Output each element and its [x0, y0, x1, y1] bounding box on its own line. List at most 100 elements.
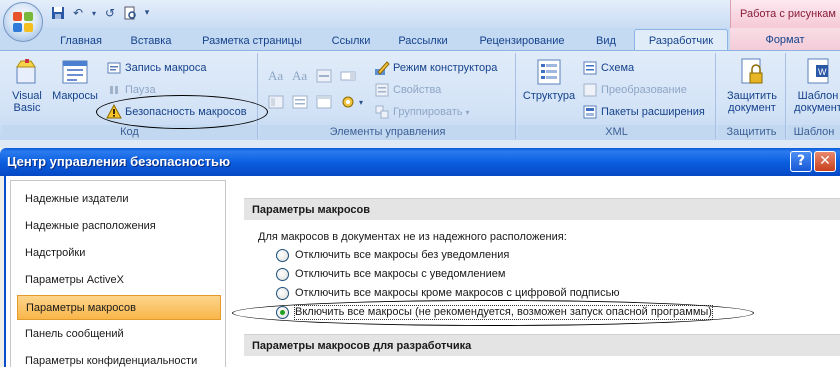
contextual-tab-header: Работа с рисункам [730, 0, 840, 28]
structure-label: Структура [522, 90, 576, 102]
macro-security-button[interactable]: Безопасность макросов [106, 103, 247, 121]
visual-basic-button[interactable]: Visual Basic [6, 57, 48, 114]
date-picker-control-button[interactable] [316, 93, 332, 111]
tab-references[interactable]: Ссылки [322, 32, 380, 50]
plain-text-control-button[interactable]: Aa [292, 67, 307, 85]
document-template-label: Шаблон документ [794, 90, 840, 114]
tab-page-layout[interactable]: Разметка страницы [192, 32, 312, 50]
record-macro-icon [106, 60, 122, 76]
radio-disable-no-notification[interactable]: Отключить все макросы без уведомления [276, 247, 509, 263]
undo-dropdown-icon[interactable]: ▾ [90, 5, 98, 21]
dialog-titlebar[interactable]: Центр управления безопасностью ? ✕ [0, 148, 840, 176]
ribbon: ↶ ▾ ↺ ▾ Работа с рисункам Главная Вставк… [0, 0, 840, 140]
macros-button[interactable]: Макросы [48, 57, 102, 102]
macros-label: Макросы [52, 90, 98, 102]
group-xml: Структура Схема Преобразование Пакеты ра… [518, 53, 716, 139]
radio-disable-with-notification[interactable]: Отключить все макросы с уведомлением [276, 266, 505, 282]
tab-review[interactable]: Рецензирование [470, 32, 574, 50]
picture-icon [316, 68, 332, 84]
radio-button[interactable] [276, 286, 289, 300]
tab-mailings[interactable]: Рассылки [390, 32, 456, 50]
radio-label: Отключить все макросы кроме макросов с ц… [295, 286, 620, 299]
transform-icon [582, 82, 598, 98]
nav-item-add-ins[interactable]: Надстройки [17, 241, 221, 266]
radio-button-selected[interactable] [276, 305, 289, 319]
radio-label: Отключить все макросы без уведомления [295, 248, 510, 261]
contextual-tab-header-label: Работа с рисункам [740, 8, 836, 20]
record-macro-button[interactable]: Запись макроса [106, 59, 207, 77]
expansion-packs-button[interactable]: Пакеты расширения [582, 103, 705, 121]
trust-center-dialog: Центр управления безопасностью ? ✕ Надеж… [0, 148, 840, 367]
design-mode-icon [374, 60, 390, 76]
pause-button[interactable]: Пауза [106, 81, 156, 99]
visual-basic-label: Visual Basic [12, 90, 42, 114]
group-protect-label: Защитить [718, 125, 785, 139]
help-button[interactable]: ? [790, 151, 812, 172]
quick-access-toolbar: ↶ ▾ ↺ ▾ Работа с рисункам [0, 0, 840, 28]
rich-text-icon: Aa [268, 68, 284, 83]
group-templates-label: Шаблон [788, 125, 840, 139]
ribbon-panel: Visual Basic Макросы Запись макроса Пауз… [0, 50, 840, 140]
group-code-label: Код [2, 125, 257, 139]
customize-qat-icon[interactable]: ▾ [142, 5, 152, 21]
group-label: Группировать [393, 106, 463, 118]
building-block-control-button[interactable] [268, 93, 284, 111]
nav-item-trusted-publishers[interactable]: Надежные издатели [17, 187, 221, 212]
expansion-packs-icon [582, 104, 598, 120]
properties-icon [374, 82, 390, 98]
close-button[interactable]: ✕ [814, 151, 836, 172]
group-controls-label: Элементы управления [260, 125, 515, 139]
group-icon [374, 104, 390, 120]
redo-icon[interactable]: ↺ [102, 5, 118, 21]
nav-item-message-bar[interactable]: Панель сообщений [17, 322, 221, 347]
group-controls: Aa Aa ▾ Режим конструктора Свойства Груп… [260, 53, 516, 139]
radio-disable-except-signed[interactable]: Отключить все макросы кроме макросов с ц… [276, 285, 620, 301]
nav-item-privacy-options[interactable]: Параметры конфиденциальности [17, 349, 221, 367]
legacy-tools-dropdown-icon: ▾ [359, 97, 364, 107]
structure-icon [533, 57, 565, 87]
drop-down-control-button[interactable] [292, 93, 308, 111]
group-code: Visual Basic Макросы Запись макроса Пауз… [2, 53, 258, 139]
warning-icon [106, 103, 122, 120]
undo-icon[interactable]: ↶ [70, 5, 86, 21]
nav-item-macro-settings[interactable]: Параметры макросов [17, 295, 221, 320]
properties-button[interactable]: Свойства [374, 81, 441, 99]
tab-format[interactable]: Формат [730, 28, 840, 50]
document-template-button[interactable]: W Шаблон документ [788, 57, 840, 114]
design-mode-button[interactable]: Режим конструктора [374, 59, 497, 77]
nav-item-trusted-locations[interactable]: Надежные расположения [17, 214, 221, 239]
office-button[interactable] [3, 2, 43, 42]
radio-button[interactable] [276, 267, 289, 281]
radio-label: Включить все макросы (не рекомендуется, … [294, 304, 713, 320]
rich-text-control-button[interactable]: Aa [268, 67, 283, 85]
record-macro-label: Запись макроса [125, 62, 207, 74]
trust-center-nav: Надежные издатели Надежные расположения … [10, 180, 226, 367]
tab-home[interactable]: Главная [52, 32, 110, 50]
print-preview-icon[interactable] [122, 5, 138, 21]
group-button[interactable]: Группировать ▾ [374, 103, 470, 121]
nav-item-activex-settings[interactable]: Параметры ActiveX [17, 268, 221, 293]
calendar-icon [316, 94, 332, 110]
transform-button[interactable]: Преобразование [582, 81, 687, 99]
combo-box-control-button[interactable] [340, 67, 356, 85]
radio-button[interactable] [276, 248, 289, 262]
macro-settings-header: Параметры макросов [244, 198, 840, 220]
group-protect: Защитить документ Защитить [718, 53, 786, 139]
design-mode-label: Режим конструктора [393, 62, 498, 74]
group-xml-label: XML [518, 125, 715, 139]
protect-document-button[interactable]: Защитить документ [720, 57, 784, 114]
dialog-body: Надежные издатели Надежные расположения … [4, 176, 840, 367]
structure-button[interactable]: Структура [520, 57, 578, 102]
tab-insert[interactable]: Вставка [120, 32, 182, 50]
picture-control-button[interactable] [316, 67, 332, 85]
schema-icon [582, 60, 598, 76]
tab-view[interactable]: Вид [586, 32, 626, 50]
protect-document-label: Защитить документ [727, 90, 777, 114]
legacy-tools-button[interactable]: ▾ [340, 93, 363, 111]
radio-enable-all-macros[interactable]: Включить все макросы (не рекомендуется, … [276, 304, 713, 320]
svg-text:W: W [818, 67, 827, 77]
schema-button[interactable]: Схема [582, 59, 634, 77]
save-icon[interactable] [50, 5, 66, 21]
plain-text-icon: Aa [292, 68, 308, 83]
tab-developer[interactable]: Разработчик [634, 29, 728, 51]
